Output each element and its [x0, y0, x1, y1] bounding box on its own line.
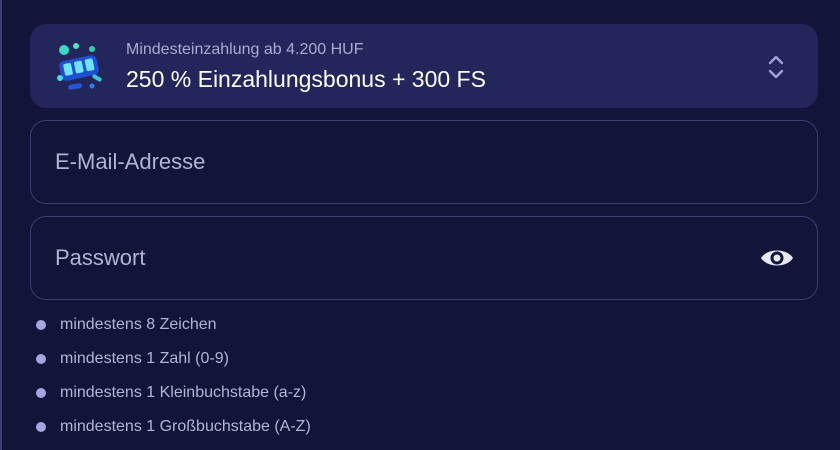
registration-form: Mindesteinzahlung ab 4.200 HUF 250 % Ein… [0, 0, 840, 450]
chevron-up-down-icon [768, 55, 784, 79]
bullet-icon [36, 320, 46, 330]
password-rule-text: mindestens 1 Großbuchstabe (A-Z) [60, 418, 311, 435]
email-field[interactable]: E-Mail-Adresse [30, 120, 818, 204]
password-rule-text: mindestens 8 Zeichen [60, 316, 217, 333]
bonus-title: 250 % Einzahlungsbonus + 300 FS [126, 66, 486, 92]
email-placeholder: E-Mail-Adresse [55, 149, 206, 174]
bullet-icon [36, 422, 46, 432]
password-rule: mindestens 1 Großbuchstabe (A-Z) [36, 416, 311, 450]
min-deposit-label: Mindesteinzahlung ab 4.200 HUF [126, 41, 364, 58]
slot-machine-icon [57, 43, 102, 90]
password-rule: mindestens 8 Zeichen [36, 314, 311, 348]
password-field[interactable]: Passwort [30, 216, 818, 300]
password-rule: mindestens 1 Kleinbuchstabe (a-z) [36, 382, 311, 416]
password-rule-text: mindestens 1 Kleinbuchstabe (a-z) [60, 384, 307, 401]
bullet-icon [36, 388, 46, 398]
password-rules: mindestens 8 Zeichen mindestens 1 Zahl (… [36, 314, 311, 450]
bonus-selector[interactable]: Mindesteinzahlung ab 4.200 HUF 250 % Ein… [30, 24, 818, 108]
bullet-icon [36, 354, 46, 364]
eye-icon[interactable] [759, 243, 795, 273]
password-rule: mindestens 1 Zahl (0-9) [36, 348, 311, 382]
password-rule-text: mindestens 1 Zahl (0-9) [60, 350, 229, 367]
password-placeholder: Passwort [55, 245, 146, 270]
